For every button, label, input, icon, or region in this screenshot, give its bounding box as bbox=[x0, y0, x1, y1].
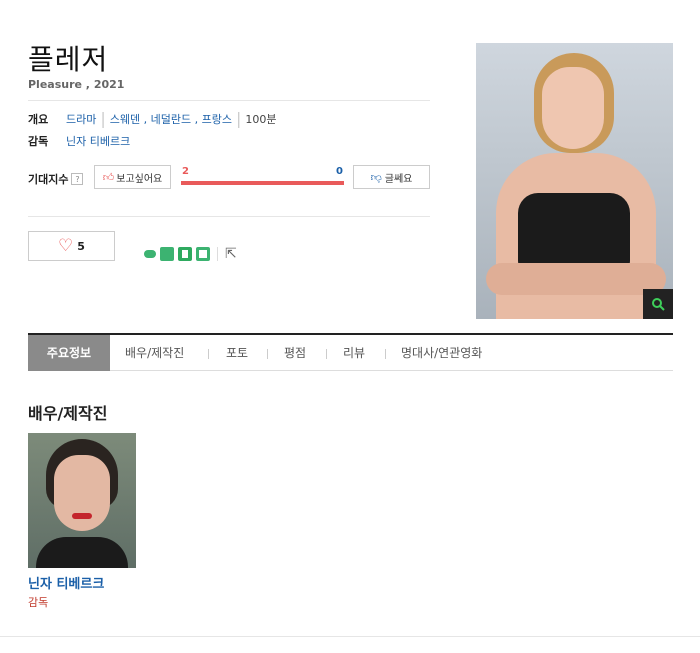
cast-section-heading: 배우/제작진 bbox=[28, 404, 108, 423]
heart-icon: ♡ bbox=[58, 235, 74, 256]
help-icon[interactable]: ? bbox=[71, 173, 84, 185]
movie-poster[interactable] bbox=[476, 43, 673, 319]
tab-review[interactable]: 리뷰 bbox=[343, 335, 365, 371]
bookmark-share-icon[interactable] bbox=[178, 247, 192, 261]
poster-arms bbox=[486, 263, 666, 295]
cast-name-link[interactable]: 닌자 티베르크 bbox=[28, 573, 104, 592]
tab-photo[interactable]: 포토 bbox=[226, 335, 248, 371]
divider bbox=[267, 349, 268, 359]
poster-top bbox=[518, 193, 630, 271]
tab-bar: 주요정보 배우/제작진 포토 평점 리뷰 명대사/연관영화 bbox=[28, 333, 673, 371]
director-photo[interactable] bbox=[28, 433, 136, 568]
photo-lips bbox=[72, 513, 92, 519]
meh-label: 글쎄요 bbox=[384, 173, 413, 185]
runtime: 100분 bbox=[245, 112, 277, 126]
divider bbox=[217, 247, 218, 261]
divider bbox=[208, 349, 209, 359]
anticipation-label: 기대지수 bbox=[28, 173, 69, 186]
countries-link[interactable]: 스웨덴 , 네덜란드 , 프랑스 bbox=[110, 111, 232, 127]
thumbs-down-icon: 👎︎ bbox=[370, 170, 382, 184]
movie-subtitle: Pleasure , 2021 bbox=[28, 78, 125, 91]
want-count: 2 bbox=[182, 166, 189, 177]
divider bbox=[326, 349, 327, 359]
cast-role: 감독 bbox=[28, 596, 49, 609]
want-to-see-button[interactable]: 👍︎ 보고싶어요 bbox=[94, 165, 171, 189]
overview-label: 개요 bbox=[28, 112, 49, 126]
divider bbox=[28, 100, 430, 101]
divider bbox=[28, 216, 430, 217]
want-to-see-label: 보고싶어요 bbox=[116, 173, 163, 185]
divider: | bbox=[100, 109, 106, 128]
anticipation-bar-fill bbox=[181, 181, 344, 185]
tab-cast-crew[interactable]: 배우/제작진 bbox=[125, 335, 184, 371]
magnifier-icon bbox=[652, 298, 665, 311]
share-icon[interactable]: ⇱ bbox=[225, 246, 237, 262]
divider: | bbox=[235, 109, 242, 128]
genre-link[interactable]: 드라마 bbox=[66, 111, 96, 127]
tab-main-info[interactable]: 주요정보 bbox=[28, 335, 110, 371]
poster-face bbox=[542, 67, 604, 149]
divider bbox=[385, 349, 386, 359]
zoom-button[interactable] bbox=[643, 289, 673, 319]
movie-title: 플레저 bbox=[28, 43, 109, 76]
like-button[interactable]: ♡ 5 bbox=[28, 231, 115, 261]
director-label: 감독 bbox=[28, 135, 49, 148]
line-share-icon[interactable] bbox=[160, 247, 174, 261]
thumbs-up-icon: 👍︎ bbox=[102, 170, 115, 184]
photo-face bbox=[54, 455, 110, 531]
photo-clothes bbox=[36, 537, 128, 568]
meh-count: 0 bbox=[336, 166, 343, 177]
footer-divider bbox=[0, 636, 700, 637]
director-row: 감독 닌자 티베르크 bbox=[28, 133, 130, 149]
meh-button[interactable]: 👎︎ 글쎄요 bbox=[353, 165, 430, 189]
anticipation-label-group: 기대지수 ? bbox=[28, 171, 84, 187]
anticipation-bar bbox=[181, 181, 344, 185]
like-count: 5 bbox=[77, 239, 85, 253]
blog-share-icon[interactable] bbox=[196, 247, 210, 261]
tab-rating[interactable]: 평점 bbox=[284, 335, 306, 371]
director-link[interactable]: 닌자 티베르크 bbox=[66, 133, 130, 149]
share-bar: ⇱ bbox=[144, 246, 237, 262]
band-share-icon[interactable] bbox=[144, 250, 156, 258]
tab-quotes-related[interactable]: 명대사/연관영화 bbox=[401, 335, 482, 371]
overview-row: 개요 드라마 | 스웨덴 , 네덜란드 , 프랑스 | 100분 bbox=[28, 109, 276, 128]
